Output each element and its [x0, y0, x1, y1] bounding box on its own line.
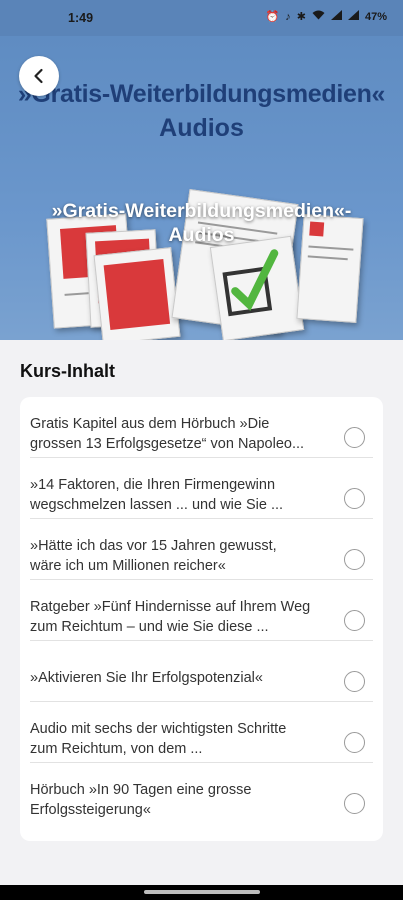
product-image-cd-case: [93, 247, 181, 340]
completion-radio[interactable]: [344, 671, 365, 692]
completion-radio[interactable]: [344, 549, 365, 570]
course-item[interactable]: »14 Faktoren, die Ihren Firmengewinn weg…: [30, 458, 373, 519]
completion-radio[interactable]: [344, 488, 365, 509]
course-item-title: Gratis Kapitel aus dem Hörbuch »Die gros…: [30, 416, 305, 452]
course-item-title: Audio mit sechs der wichtigsten Schritte…: [30, 721, 287, 757]
battery-level: 47%: [364, 10, 387, 23]
signal-icon: [347, 10, 359, 23]
system-navigation-bar: [0, 885, 403, 900]
completion-radio[interactable]: [344, 610, 365, 631]
status-icons: ⏰ ♪ ✱ 47%: [266, 10, 387, 23]
hero-title-line1: »Gratis-Weiterbildungsmedien«: [17, 80, 386, 108]
course-content-card: Gratis Kapitel aus dem Hörbuch »Die gros…: [20, 397, 383, 841]
course-item[interactable]: Hörbuch »In 90 Tagen eine grosse Erfolgs…: [30, 763, 373, 824]
chevron-left-icon: [34, 68, 43, 84]
section-title: Kurs-Inhalt: [20, 361, 116, 381]
product-image-checkbox: [209, 235, 305, 340]
home-gesture-handle[interactable]: [144, 890, 260, 894]
wifi-icon: [312, 10, 325, 23]
hero-banner: »Gratis-Weiterbildungsmedien« Audios »Gr…: [0, 36, 403, 340]
course-item-title: »14 Faktoren, die Ihren Firmengewinn weg…: [30, 477, 284, 513]
alarm-icon: ⏰: [265, 11, 280, 23]
course-item[interactable]: Audio mit sechs der wichtigsten Schritte…: [30, 702, 373, 763]
hero-overlay-title-line2: Audios: [168, 224, 235, 246]
course-item[interactable]: »Hätte ich das vor 15 Jahren gewusst, wä…: [30, 519, 373, 580]
course-item[interactable]: »Aktivieren Sie Ihr Erfolgspotenzial«: [30, 641, 373, 702]
completion-radio[interactable]: [344, 793, 365, 814]
status-time: 1:49: [68, 11, 94, 25]
course-item-title: »Hätte ich das vor 15 Jahren gewusst, wä…: [30, 538, 277, 574]
hero-overlay-title-line1: »Gratis-Weiterbildungsmedien«-: [51, 200, 352, 222]
signal-icon: [330, 10, 342, 23]
completion-radio[interactable]: [344, 427, 365, 448]
back-button[interactable]: [19, 56, 59, 96]
mute-icon: ♪: [285, 10, 291, 23]
completion-radio[interactable]: [344, 732, 365, 753]
bluetooth-icon: ✱: [296, 11, 306, 23]
course-item-title: Hörbuch »In 90 Tagen eine grosse Erfolgs…: [30, 782, 252, 818]
course-item[interactable]: Ratgeber »Fünf Hindernisse auf Ihrem Weg…: [30, 580, 373, 641]
hero-title-line2: Audios: [159, 114, 244, 142]
status-bar: 1:49 ⏰ ♪ ✱ 47%: [0, 0, 403, 36]
course-item-title: Ratgeber »Fünf Hindernisse auf Ihrem Weg…: [30, 599, 311, 635]
course-item[interactable]: Gratis Kapitel aus dem Hörbuch »Die gros…: [30, 397, 373, 458]
course-item-title: »Aktivieren Sie Ihr Erfolgspotenzial«: [30, 670, 263, 686]
